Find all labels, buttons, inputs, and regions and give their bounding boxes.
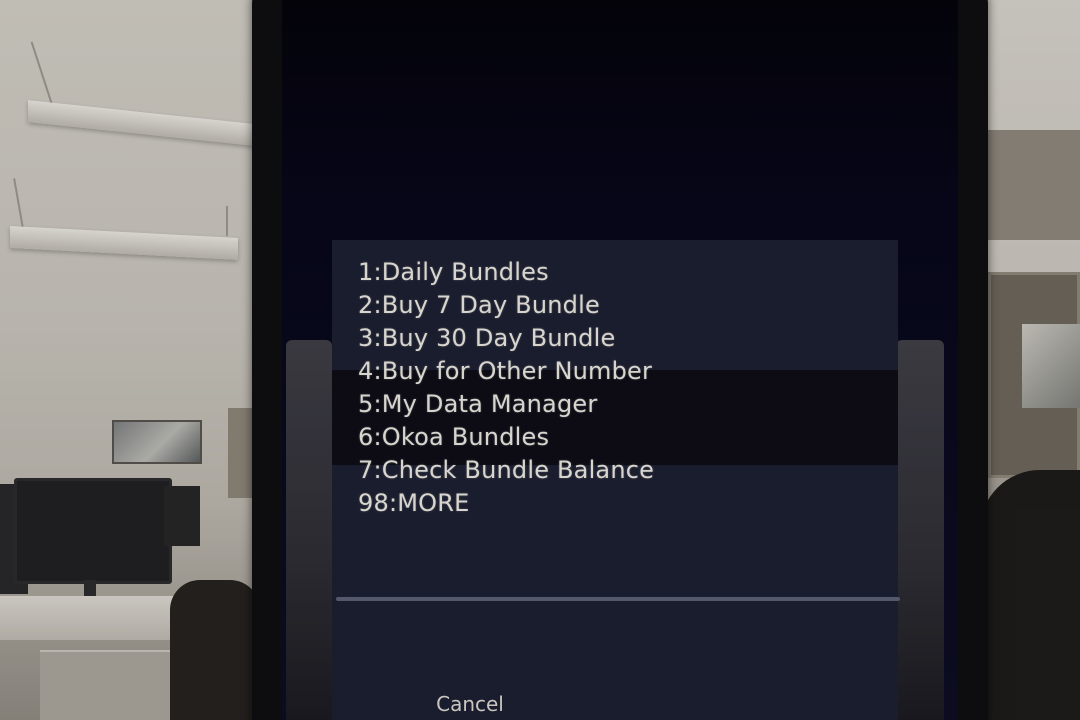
ussd-option-more: 98:MORE bbox=[358, 489, 470, 517]
door-frame bbox=[228, 408, 254, 498]
ussd-menu: 1:Daily Bundles 2:Buy 7 Day Bundle 3:Buy… bbox=[358, 256, 878, 520]
screen-edge-right bbox=[896, 340, 944, 720]
ussd-option-7-day-bundle: 2:Buy 7 Day Bundle bbox=[358, 291, 600, 319]
wall-picture bbox=[112, 420, 202, 464]
ussd-option-data-manager: 5:My Data Manager bbox=[358, 390, 598, 418]
cancel-button[interactable]: Cancel bbox=[400, 688, 540, 720]
pendant-wire bbox=[226, 206, 228, 236]
ussd-reply-input[interactable] bbox=[336, 560, 900, 596]
ussd-option-okoa-bundles: 6:Okoa Bundles bbox=[358, 423, 550, 451]
ussd-option-bundle-balance: 7:Check Bundle Balance bbox=[358, 456, 655, 484]
ussd-option-30-day-bundle: 3:Buy 30 Day Bundle bbox=[358, 324, 616, 352]
desk-drawer bbox=[40, 650, 180, 720]
desktop-monitor bbox=[14, 478, 172, 584]
ussd-option-other-number: 4:Buy for Other Number bbox=[358, 357, 653, 385]
person-silhouette bbox=[980, 470, 1080, 720]
ussd-option-daily-bundles: 1:Daily Bundles bbox=[358, 258, 549, 286]
office-chair bbox=[170, 580, 260, 720]
wall-panel bbox=[988, 130, 1080, 240]
photo-scene: 1:Daily Bundles 2:Buy 7 Day Bundle 3:Buy… bbox=[0, 0, 1080, 720]
screen-edge-left bbox=[286, 340, 332, 720]
desktop-monitor bbox=[164, 486, 200, 546]
framed-art bbox=[1022, 324, 1080, 408]
ussd-input-underline bbox=[336, 597, 900, 601]
